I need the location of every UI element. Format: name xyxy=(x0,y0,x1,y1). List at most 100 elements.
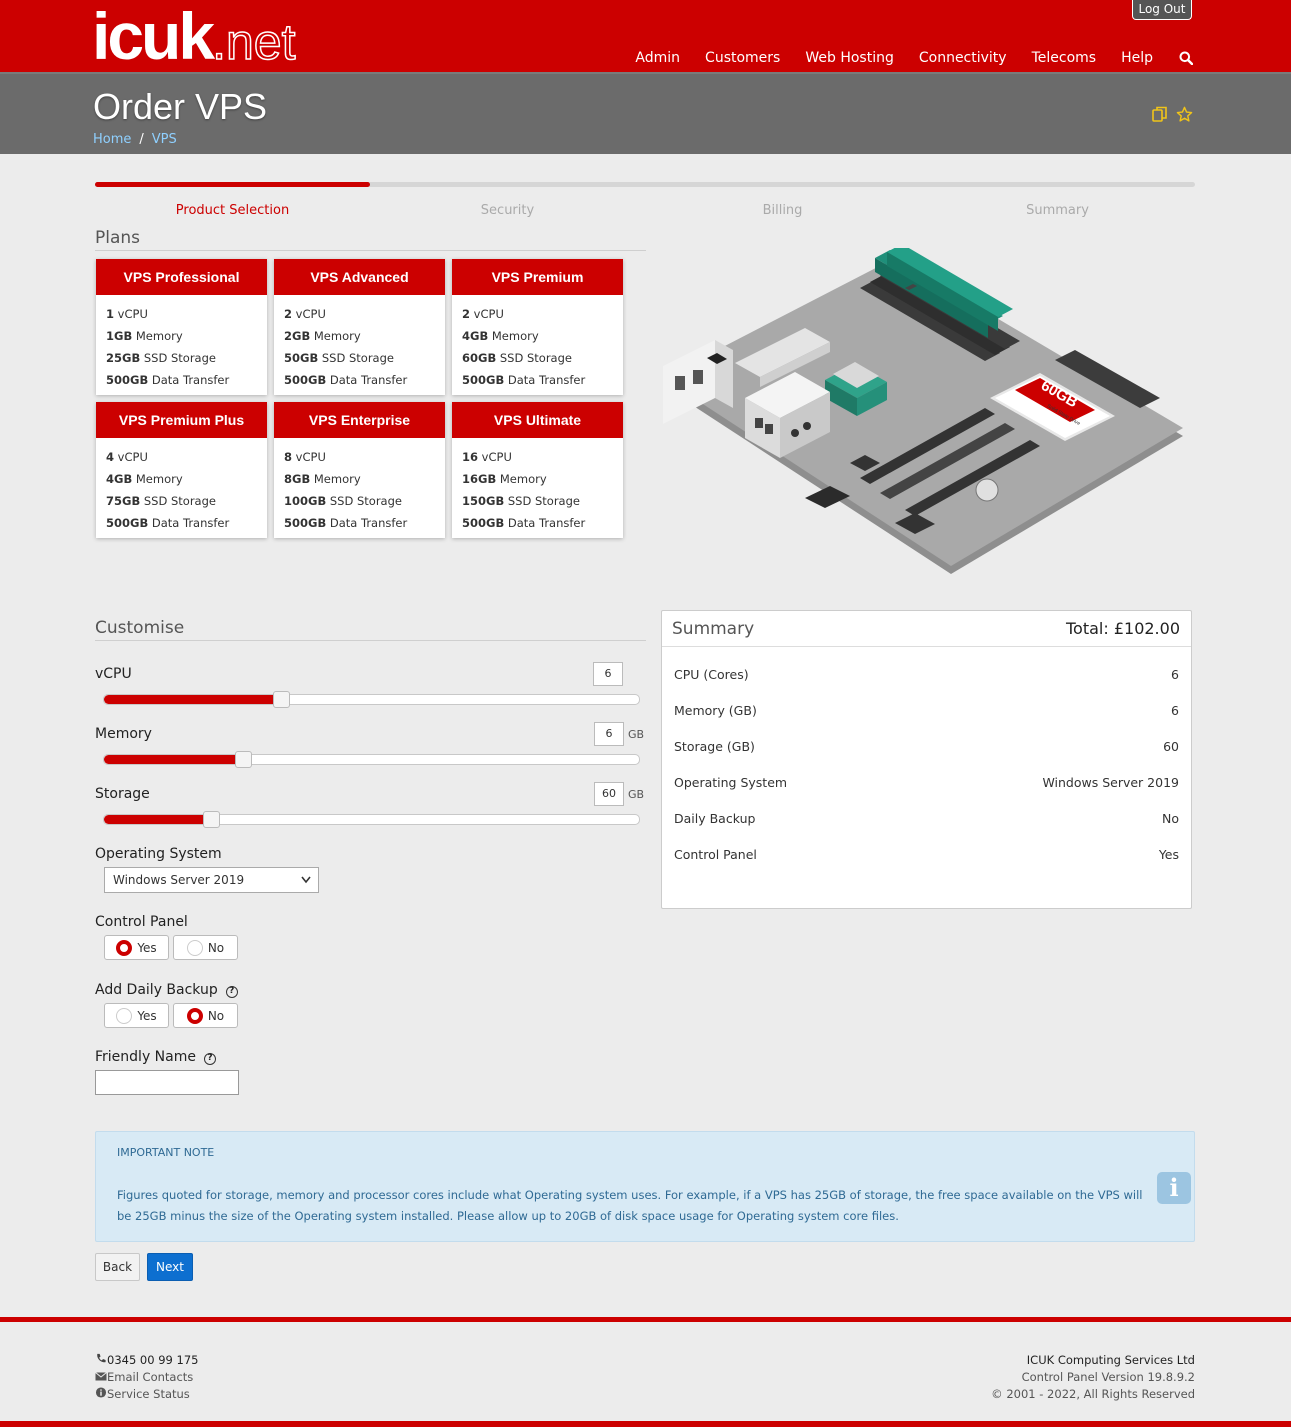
footer-email-link[interactable]: Email Contacts xyxy=(107,1370,193,1384)
plan-spec: 8 vCPU xyxy=(284,450,326,464)
plan-spec: 60GB SSD Storage xyxy=(462,351,572,365)
footer-version: Control Panel Version 19.8.9.2 xyxy=(1021,1370,1195,1384)
plan-name: VPS Professional xyxy=(96,259,267,295)
plan-spec: 1GB Memory xyxy=(106,329,183,343)
control-panel-no[interactable]: No xyxy=(173,935,238,960)
summary-row: Storage (GB) 60 xyxy=(674,739,1179,754)
breadcrumb-home[interactable]: Home xyxy=(93,132,131,147)
os-select[interactable]: Windows Server 2019 xyxy=(104,867,319,893)
plan-spec: 2GB Memory xyxy=(284,329,361,343)
memory-slider-fill xyxy=(104,755,244,764)
chevron-down-icon xyxy=(301,876,311,884)
plan-spec: 25GB SSD Storage xyxy=(106,351,216,365)
plan-spec: 4 vCPU xyxy=(106,450,148,464)
nav-help[interactable]: Help xyxy=(1121,50,1153,66)
storage-input[interactable]: 60 xyxy=(594,782,624,806)
plan-name: VPS Premium Plus xyxy=(96,402,267,438)
footer-status-link[interactable]: Service Status xyxy=(107,1387,190,1401)
help-icon[interactable]: ? xyxy=(225,986,238,998)
nav-admin[interactable]: Admin xyxy=(635,50,680,66)
summary-row: Operating System Windows Server 2019 xyxy=(674,775,1179,790)
radio-indicator xyxy=(116,1007,133,1024)
plan-spec: 500GB Data Transfer xyxy=(106,516,230,530)
step-product-selection[interactable]: Product Selection xyxy=(95,203,370,218)
footer-divider xyxy=(0,1317,1291,1322)
plan-card-professional[interactable]: VPS Professional 1 vCPU 1GB Memory 25GB … xyxy=(96,259,267,395)
footer-phone-row: 0345 00 99 175 xyxy=(95,1352,198,1369)
title-bar: Order VPS Home / VPS xyxy=(0,72,1291,154)
plans-heading: Plans xyxy=(95,228,646,251)
search-icon[interactable] xyxy=(1179,51,1193,65)
daily-backup-yes[interactable]: Yes xyxy=(104,1003,169,1028)
vcpu-label: vCPU xyxy=(95,666,132,682)
radio-indicator xyxy=(116,939,133,956)
footer-company-name: ICUK Computing Services Ltd xyxy=(1026,1353,1195,1367)
plans-grid: VPS Professional 1 vCPU 1GB Memory 25GB … xyxy=(96,259,626,538)
customise-heading: Customise xyxy=(95,618,646,641)
footer-contacts: 0345 00 99 175 Email Contacts Service St… xyxy=(95,1352,198,1403)
plan-spec: 500GB Data Transfer xyxy=(106,373,230,387)
star-icon[interactable] xyxy=(1176,106,1193,123)
memory-slider[interactable] xyxy=(103,751,640,768)
storage-slider-handle[interactable] xyxy=(203,811,220,828)
control-panel-yes[interactable]: Yes xyxy=(104,935,169,960)
friendly-name-input[interactable] xyxy=(95,1070,239,1095)
plan-spec: 2 vCPU xyxy=(284,307,326,321)
plan-spec: 500GB Data Transfer xyxy=(284,373,408,387)
footer-bottom-bar xyxy=(0,1421,1291,1427)
breadcrumb-vps[interactable]: VPS xyxy=(152,132,177,147)
note-body: Figures quoted for storage, memory and p… xyxy=(117,1188,1143,1223)
vcpu-slider[interactable] xyxy=(103,691,640,708)
storage-slider[interactable] xyxy=(103,811,640,828)
daily-backup-no[interactable]: No xyxy=(173,1003,238,1028)
os-label: Operating System xyxy=(95,846,222,862)
icuk-logo[interactable]: icuk.net xyxy=(92,3,296,74)
vcpu-input[interactable]: 6 xyxy=(593,662,623,686)
step-billing: Billing xyxy=(762,203,803,218)
plan-card-ultimate[interactable]: VPS Ultimate 16 vCPU 16GB Memory 150GB S… xyxy=(452,402,623,538)
plan-name: VPS Enterprise xyxy=(274,402,445,438)
plan-card-enterprise[interactable]: VPS Enterprise 8 vCPU 8GB Memory 100GB S… xyxy=(274,402,445,538)
summary-title: Summary xyxy=(672,618,755,639)
important-note: IMPORTANT NOTE Figures quoted for storag… xyxy=(95,1131,1195,1242)
storage-unit: GB xyxy=(628,788,645,801)
os-selected-value: Windows Server 2019 xyxy=(113,873,245,887)
step-security: Security xyxy=(480,203,535,218)
footer-phone[interactable]: 0345 00 99 175 xyxy=(107,1353,198,1367)
footer-email-row: Email Contacts xyxy=(95,1369,198,1386)
main-nav: Admin Customers Web Hosting Connectivity… xyxy=(610,50,1193,66)
plan-spec: 8GB Memory xyxy=(284,472,361,486)
info-circle-icon xyxy=(95,1387,107,1398)
plan-spec: 500GB Data Transfer xyxy=(462,516,586,530)
friendly-name-label: Friendly Name xyxy=(95,1049,196,1065)
nav-customers[interactable]: Customers xyxy=(705,50,780,66)
help-icon[interactable]: ? xyxy=(203,1053,216,1065)
plan-name: VPS Ultimate xyxy=(452,402,623,438)
plan-name: VPS Advanced xyxy=(274,259,445,295)
plan-spec: 500GB Data Transfer xyxy=(462,373,586,387)
nav-web-hosting[interactable]: Web Hosting xyxy=(805,50,894,66)
nav-telecoms[interactable]: Telecoms xyxy=(1032,50,1096,66)
plan-card-premium[interactable]: VPS Premium 2 vCPU 4GB Memory 60GB SSD S… xyxy=(452,259,623,395)
plan-spec: 16GB Memory xyxy=(462,472,547,486)
summary-row: CPU (Cores) 6 xyxy=(674,667,1179,682)
phone-icon xyxy=(97,1353,106,1363)
back-button[interactable]: Back xyxy=(95,1253,140,1281)
memory-input[interactable]: 6 xyxy=(594,722,624,746)
summary-total: Total: £102.00 xyxy=(1065,619,1180,638)
summary-row: Control Panel Yes xyxy=(674,847,1179,862)
plan-spec: 4GB Memory xyxy=(462,329,539,343)
logout-button[interactable]: Log Out xyxy=(1132,0,1192,20)
memory-slider-handle[interactable] xyxy=(235,751,253,768)
plan-card-premium-plus[interactable]: VPS Premium Plus 4 vCPU 4GB Memory 75GB … xyxy=(96,402,267,538)
storage-slider-fill xyxy=(104,815,211,824)
order-summary-panel: Summary Total: £102.00 CPU (Cores) 6 Memo… xyxy=(661,610,1192,909)
plan-spec: 100GB SSD Storage xyxy=(284,494,402,508)
next-button[interactable]: Next xyxy=(147,1253,193,1281)
nav-connectivity[interactable]: Connectivity xyxy=(919,50,1007,66)
plan-spec: 4GB Memory xyxy=(106,472,183,486)
copy-icon[interactable] xyxy=(1152,106,1168,123)
plan-card-advanced[interactable]: VPS Advanced 2 vCPU 2GB Memory 50GB SSD … xyxy=(274,259,445,395)
plan-spec: 1 vCPU xyxy=(106,307,148,321)
vcpu-slider-handle[interactable] xyxy=(272,691,290,708)
